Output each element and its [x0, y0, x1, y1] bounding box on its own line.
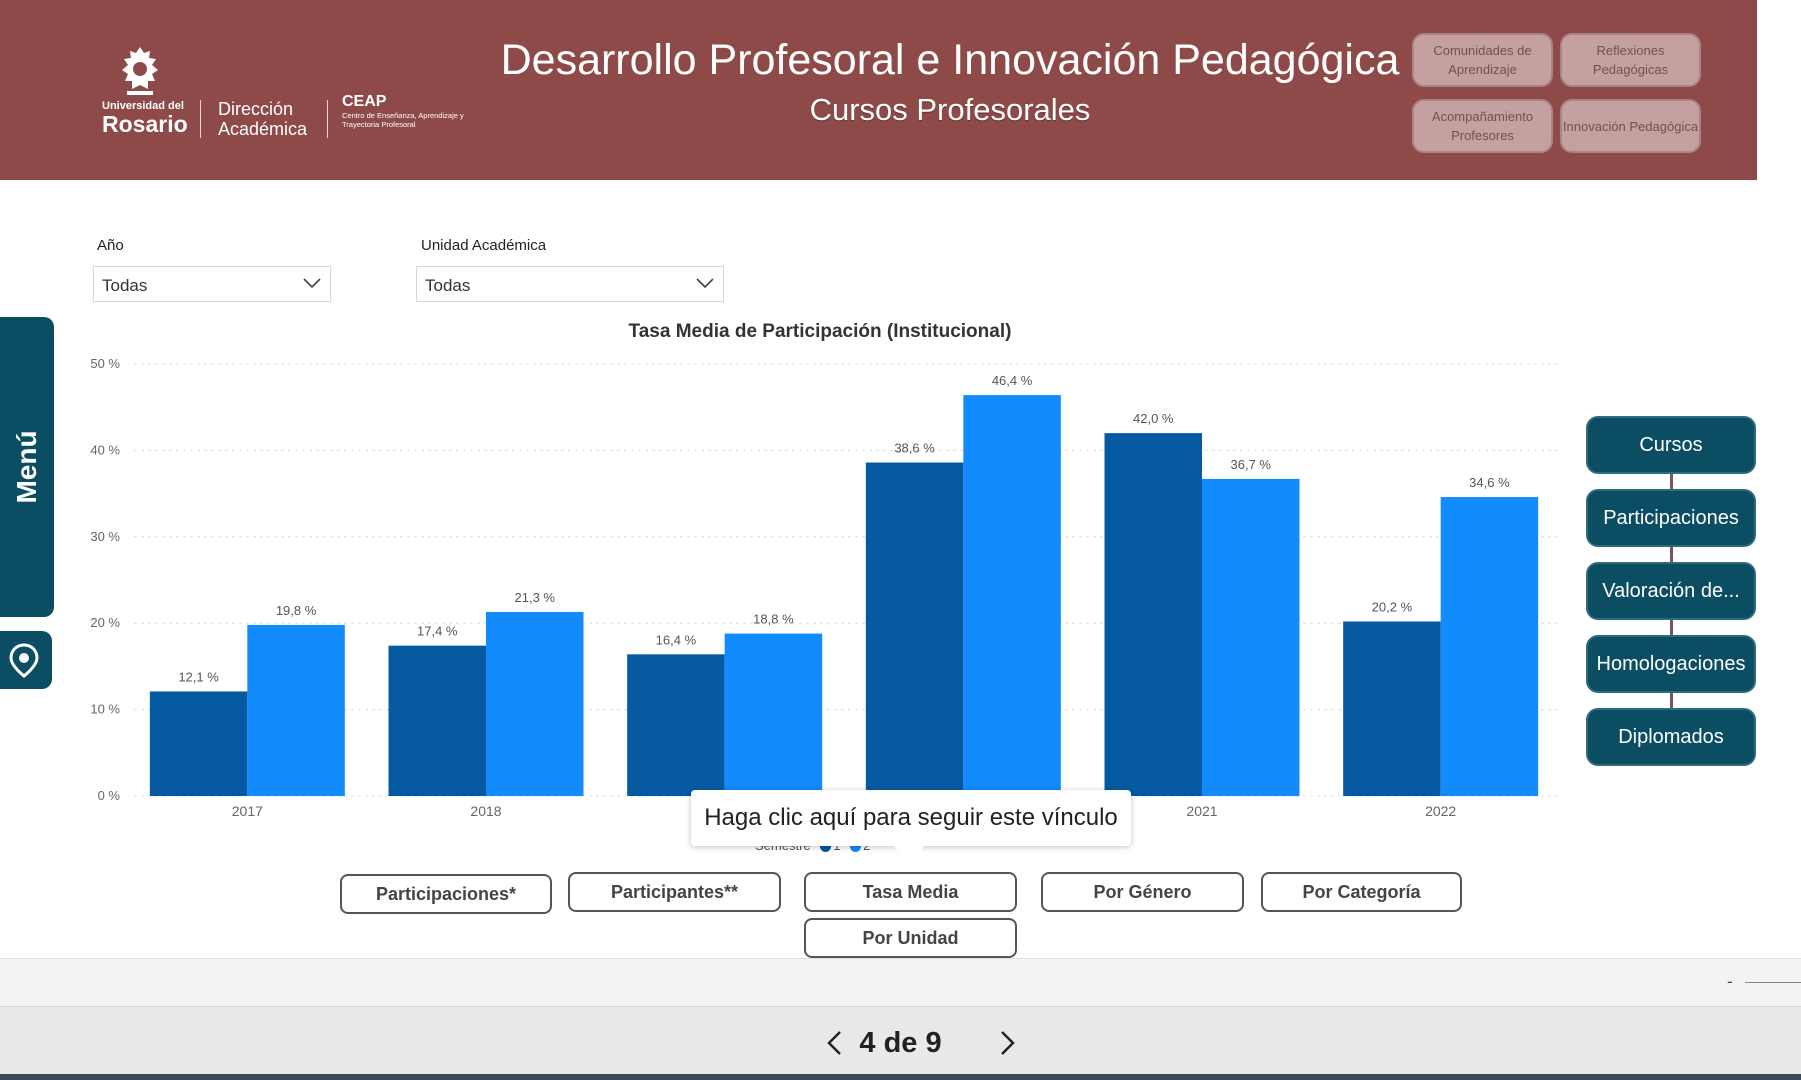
- bar: [963, 395, 1061, 796]
- side-nav-participaciones[interactable]: Participaciones: [1586, 489, 1756, 547]
- x-tick-label: 2018: [470, 803, 501, 819]
- x-tick-label: 2021: [1186, 803, 1217, 819]
- y-tick-label: 10 %: [90, 702, 120, 717]
- y-tick-label: 40 %: [90, 442, 120, 457]
- link-tooltip: Haga clic aquí para seguir este vínculo: [691, 790, 1131, 846]
- bar: [388, 645, 486, 796]
- data-label: 46,4 %: [992, 373, 1033, 388]
- side-nav-diplomados[interactable]: Diplomados: [1586, 708, 1756, 766]
- bar: [865, 462, 964, 796]
- y-tick-label: 20 %: [90, 615, 120, 630]
- y-tick-label: 50 %: [90, 356, 120, 371]
- zoom-out-icon[interactable]: -: [1727, 972, 1733, 991]
- data-label: 42,0 %: [1133, 411, 1174, 426]
- data-label: 16,4 %: [656, 632, 697, 647]
- data-label: 12,1 %: [178, 669, 219, 684]
- page-navigator: 4 de 9: [0, 1006, 1801, 1075]
- tasa-media-button[interactable]: Tasa Media: [804, 872, 1017, 912]
- participantes-button[interactable]: Participantes**: [568, 872, 781, 912]
- data-label: 34,6 %: [1469, 475, 1510, 490]
- x-tick-label: 2017: [232, 803, 263, 819]
- data-label: 20,2 %: [1372, 599, 1413, 614]
- bar: [1343, 621, 1441, 796]
- bar: [627, 654, 725, 796]
- data-label: 38,6 %: [894, 440, 935, 455]
- bar: [486, 611, 584, 796]
- bar: [1202, 478, 1300, 796]
- bar: [247, 624, 345, 796]
- y-tick-label: 30 %: [90, 529, 120, 544]
- side-nav-cursos[interactable]: Cursos: [1586, 416, 1756, 474]
- data-label: 36,7 %: [1231, 457, 1272, 472]
- x-tick-label: 2022: [1425, 803, 1456, 819]
- side-nav-valoracion[interactable]: Valoración de...: [1586, 562, 1756, 620]
- report-footer-strip: [0, 958, 1801, 1007]
- data-label: 17,4 %: [417, 624, 458, 639]
- side-nav-homologaciones[interactable]: Homologaciones: [1586, 635, 1756, 693]
- y-tick-label: 0 %: [98, 788, 121, 803]
- tooltip-arrow: [893, 845, 925, 863]
- bar: [724, 633, 823, 796]
- bar: [149, 691, 248, 796]
- participaciones-button[interactable]: Participaciones*: [340, 874, 552, 914]
- data-label: 21,3 %: [515, 590, 556, 605]
- data-label: 19,8 %: [276, 603, 317, 618]
- por-genero-button[interactable]: Por Género: [1041, 872, 1244, 912]
- next-page-icon[interactable]: [995, 1029, 1019, 1057]
- data-label: 18,8 %: [753, 612, 794, 627]
- por-unidad-button[interactable]: Por Unidad: [804, 918, 1017, 958]
- bar: [1440, 497, 1539, 796]
- page-indicator: 4 de 9: [859, 1027, 942, 1059]
- bar: [1104, 433, 1202, 796]
- taskbar-edge: [0, 1074, 1801, 1080]
- por-categoria-button[interactable]: Por Categoría: [1261, 872, 1462, 912]
- zoom-slider[interactable]: [1745, 982, 1801, 983]
